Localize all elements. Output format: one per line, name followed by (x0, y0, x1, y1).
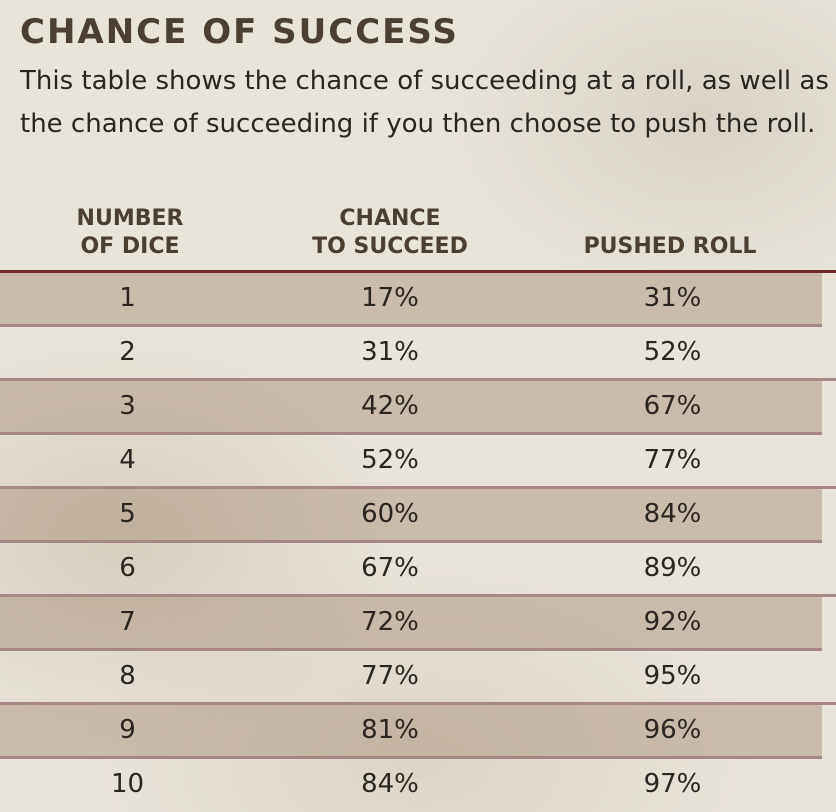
column-header-line: PUSHED ROLL (583, 234, 757, 259)
cell-chance-to-succeed: 81% (361, 715, 419, 745)
cell-chance-to-succeed: 84% (361, 769, 419, 799)
page: CHANCE OF SUCCESS This table shows the c… (0, 0, 836, 812)
cell-pushed-roll: 67% (643, 391, 702, 421)
table-row: 1 17% 31% (0, 273, 822, 327)
table-row: 2 31% 52% (0, 327, 836, 381)
cell-pushed-roll: 77% (643, 445, 702, 475)
cell-chance-to-succeed: 72% (361, 607, 419, 637)
page-title: CHANCE OF SUCCESS (20, 12, 459, 52)
column-header-chance-to-succeed: CHANCE TO SUCCEED (290, 205, 490, 261)
cell-pushed-roll: 92% (643, 607, 702, 637)
cell-number-of-dice: 9 (119, 715, 136, 745)
cell-number-of-dice: 4 (119, 445, 136, 475)
cell-number-of-dice: 7 (119, 607, 136, 637)
cell-pushed-roll: 95% (643, 661, 702, 691)
cell-pushed-roll: 52% (643, 337, 702, 367)
cell-number-of-dice: 3 (119, 391, 136, 421)
cell-pushed-roll: 97% (643, 769, 702, 799)
cell-number-of-dice: 8 (119, 661, 136, 691)
cell-chance-to-succeed: 67% (361, 553, 419, 583)
column-header-pushed-roll: PUSHED ROLL (560, 233, 780, 261)
cell-number-of-dice: 6 (119, 553, 136, 583)
cell-chance-to-succeed: 52% (361, 445, 419, 475)
cell-number-of-dice: 1 (119, 283, 136, 313)
column-header-line: TO SUCCEED (312, 234, 468, 259)
table-row: 9 81% 96% (0, 705, 822, 759)
cell-pushed-roll: 96% (643, 715, 702, 745)
table-row: 5 60% 84% (0, 489, 822, 543)
cell-chance-to-succeed: 60% (361, 499, 419, 529)
cell-pushed-roll: 84% (643, 499, 702, 529)
success-table: 1 17% 31% 2 31% 52% 3 42% 67% 4 52% 77% … (0, 273, 836, 810)
table-row: 4 52% 77% (0, 435, 836, 489)
cell-chance-to-succeed: 42% (361, 391, 419, 421)
cell-pushed-roll: 31% (643, 283, 702, 313)
column-header-line: NUMBER (76, 206, 184, 231)
table-row: 8 77% 95% (0, 651, 836, 705)
column-header-line: OF DICE (80, 234, 180, 259)
column-header-number-of-dice: NUMBER OF DICE (40, 205, 220, 261)
intro-paragraph: This table shows the chance of succeedin… (20, 66, 829, 139)
table-row: 3 42% 67% (0, 381, 822, 435)
table-row: 7 72% 92% (0, 597, 822, 651)
table-row: 10 84% 97% (0, 759, 836, 810)
cell-pushed-roll: 89% (643, 553, 702, 583)
cell-number-of-dice: 5 (119, 499, 136, 529)
cell-chance-to-succeed: 31% (361, 337, 419, 367)
cell-chance-to-succeed: 77% (361, 661, 419, 691)
cell-number-of-dice: 10 (110, 769, 145, 799)
table-row: 6 67% 89% (0, 543, 836, 597)
column-header-line: CHANCE (339, 206, 441, 231)
cell-chance-to-succeed: 17% (361, 283, 419, 313)
cell-number-of-dice: 2 (119, 337, 136, 367)
